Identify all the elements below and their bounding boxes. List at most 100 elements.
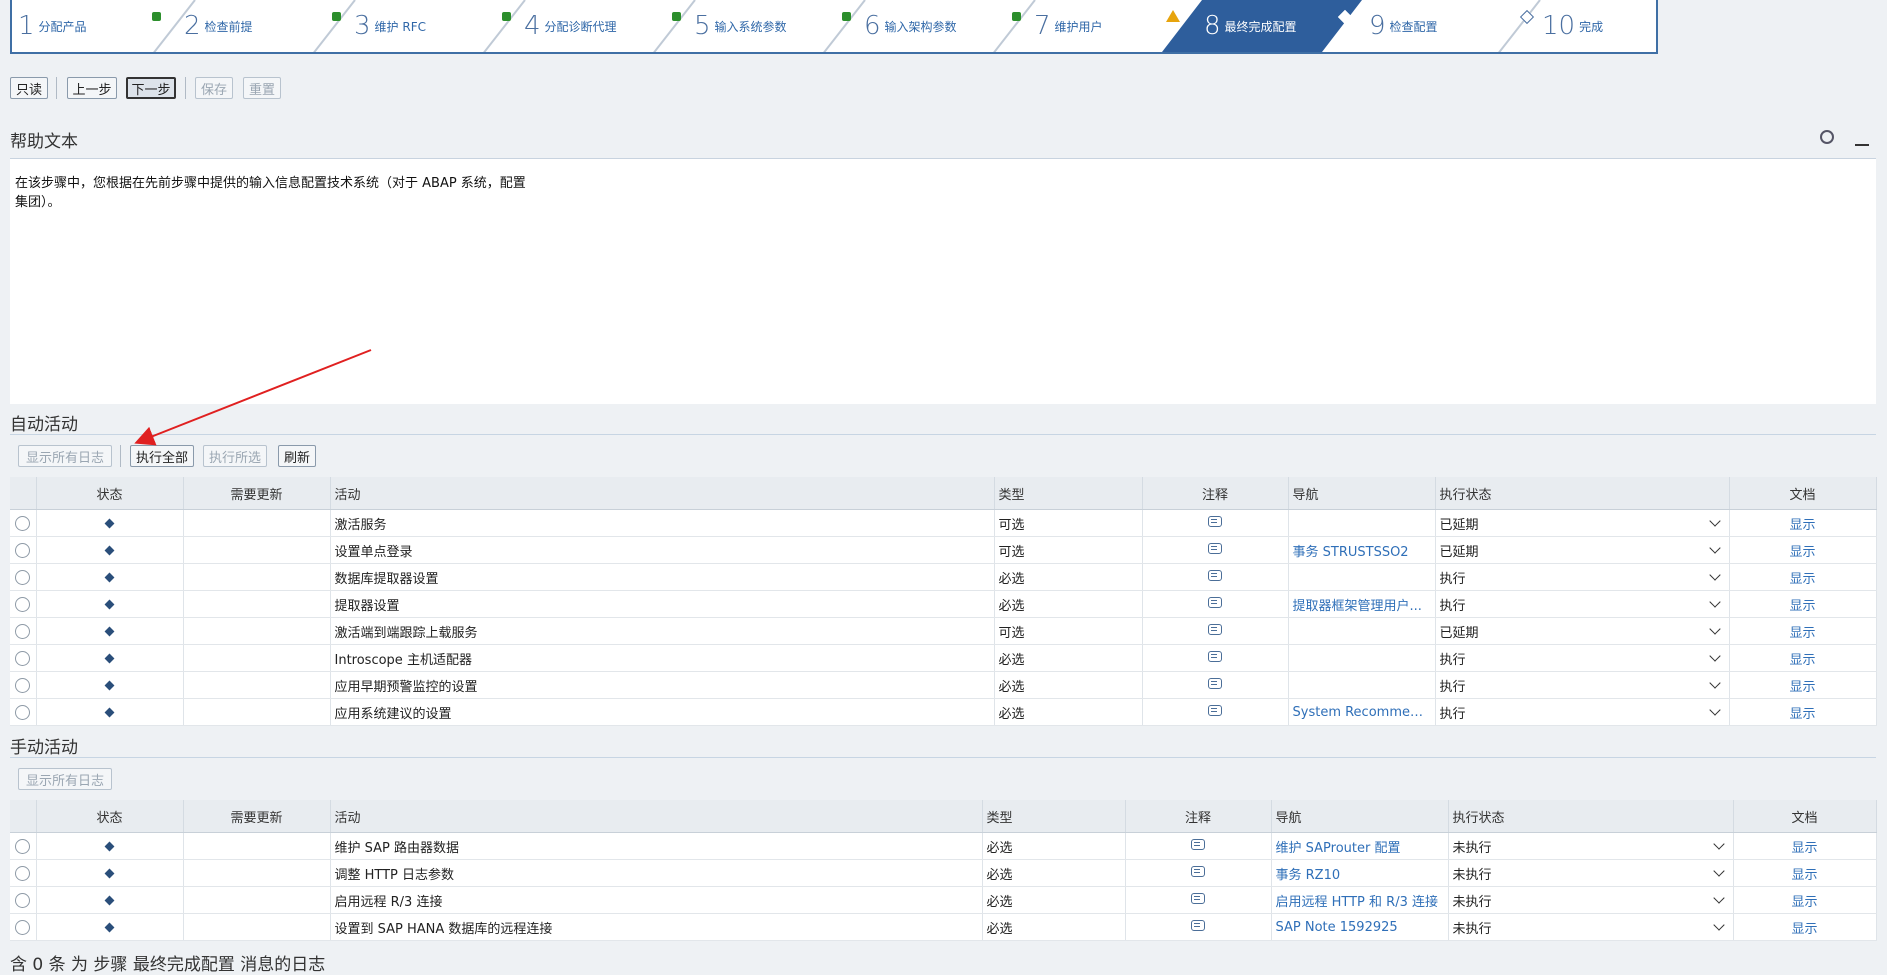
comment-icon[interactable] bbox=[1208, 542, 1222, 554]
navigation-link[interactable]: 提取器框架管理用户... bbox=[1288, 590, 1436, 618]
note-cell[interactable] bbox=[1142, 536, 1289, 564]
table-row[interactable]: 激活端到端跟踪上载服务 可选 已延期 显示 bbox=[10, 617, 1877, 645]
document-link[interactable]: 显示 bbox=[1729, 617, 1877, 645]
readonly-button[interactable]: 只读 bbox=[10, 77, 48, 99]
navigation-link[interactable]: 维护 SAProuter 配置 bbox=[1271, 832, 1449, 860]
previous-step-button[interactable]: 上一步 bbox=[67, 77, 117, 99]
show-all-logs-button[interactable]: 显示所有日志 bbox=[18, 768, 112, 790]
wizard-step-4[interactable]: 4 分配诊断代理 bbox=[502, 0, 702, 52]
exec-status-select[interactable]: 已延期 bbox=[1435, 617, 1730, 645]
radio-button[interactable] bbox=[15, 515, 31, 531]
column-header[interactable]: 需要更新 bbox=[183, 477, 331, 510]
navigation-link[interactable] bbox=[1288, 671, 1436, 699]
column-header[interactable]: 导航 bbox=[1288, 477, 1436, 510]
exec-status-select[interactable]: 已延期 bbox=[1435, 509, 1730, 537]
refresh-button[interactable]: 刷新 bbox=[278, 445, 316, 467]
navigation-link[interactable] bbox=[1288, 509, 1436, 537]
select-column-header[interactable] bbox=[10, 477, 37, 510]
radio-button[interactable] bbox=[15, 677, 31, 693]
row-select-cell[interactable] bbox=[10, 913, 37, 941]
document-link[interactable]: 显示 bbox=[1729, 509, 1877, 537]
document-link[interactable]: 显示 bbox=[1729, 698, 1877, 726]
wizard-step-10[interactable]: 10 完成 bbox=[1519, 0, 1656, 52]
chevron-down-icon[interactable] bbox=[1708, 515, 1721, 527]
comment-icon[interactable] bbox=[1208, 650, 1222, 662]
exec-status-select[interactable]: 未执行 bbox=[1448, 886, 1734, 914]
column-header[interactable]: 执行状态 bbox=[1435, 477, 1730, 510]
comment-icon[interactable] bbox=[1208, 623, 1222, 635]
minimize-icon[interactable] bbox=[1855, 144, 1869, 146]
navigation-link[interactable] bbox=[1288, 563, 1436, 591]
exec-status-select[interactable]: 未执行 bbox=[1448, 859, 1734, 887]
radio-button[interactable] bbox=[15, 919, 31, 935]
column-header[interactable]: 类型 bbox=[982, 800, 1126, 833]
column-header[interactable]: 注释 bbox=[1125, 800, 1272, 833]
navigation-link[interactable]: 事务 STRUSTSSO2 bbox=[1288, 536, 1436, 564]
execute-all-button[interactable]: 执行全部 bbox=[130, 445, 194, 467]
note-cell[interactable] bbox=[1142, 509, 1289, 537]
document-link[interactable]: 显示 bbox=[1729, 563, 1877, 591]
navigation-link[interactable]: System Recommen... bbox=[1288, 698, 1436, 726]
radio-button[interactable] bbox=[15, 838, 31, 854]
table-row[interactable]: 设置单点登录 可选 事务 STRUSTSSO2 已延期 显示 bbox=[10, 536, 1877, 564]
chevron-down-icon[interactable] bbox=[1708, 623, 1721, 635]
navigation-link[interactable]: SAP Note 1592925 bbox=[1271, 913, 1449, 941]
column-header[interactable]: 活动 bbox=[330, 477, 995, 510]
column-header[interactable]: 文档 bbox=[1733, 800, 1877, 833]
exec-status-select[interactable]: 未执行 bbox=[1448, 913, 1734, 941]
execute-selected-button[interactable]: 执行所选 bbox=[203, 445, 267, 467]
radio-button[interactable] bbox=[15, 542, 31, 558]
note-cell[interactable] bbox=[1142, 671, 1289, 699]
column-header[interactable]: 状态 bbox=[36, 477, 184, 510]
comment-icon[interactable] bbox=[1208, 677, 1222, 689]
table-row[interactable]: 启用远程 R/3 连接 必选 启用远程 HTTP 和 R/3 连接 未执行 显示 bbox=[10, 886, 1877, 914]
note-cell[interactable] bbox=[1142, 563, 1289, 591]
navigation-link[interactable] bbox=[1288, 617, 1436, 645]
comment-icon[interactable] bbox=[1208, 704, 1222, 716]
comment-icon[interactable] bbox=[1191, 865, 1205, 877]
table-row[interactable]: Introscope 主机适配器 必选 执行 显示 bbox=[10, 644, 1877, 672]
row-select-cell[interactable] bbox=[10, 563, 37, 591]
note-cell[interactable] bbox=[1125, 886, 1272, 914]
row-select-cell[interactable] bbox=[10, 832, 37, 860]
exec-status-select[interactable]: 未执行 bbox=[1448, 832, 1734, 860]
exec-status-select[interactable]: 执行 bbox=[1435, 563, 1730, 591]
document-link[interactable]: 显示 bbox=[1729, 644, 1877, 672]
row-select-cell[interactable] bbox=[10, 536, 37, 564]
radio-button[interactable] bbox=[15, 569, 31, 585]
chevron-down-icon[interactable] bbox=[1708, 596, 1721, 608]
column-header[interactable]: 需要更新 bbox=[183, 800, 331, 833]
comment-icon[interactable] bbox=[1191, 919, 1205, 931]
chevron-down-icon[interactable] bbox=[1712, 892, 1725, 904]
column-header[interactable]: 活动 bbox=[330, 800, 983, 833]
exec-status-select[interactable]: 执行 bbox=[1435, 671, 1730, 699]
gear-icon[interactable] bbox=[1820, 130, 1834, 144]
radio-button[interactable] bbox=[15, 623, 31, 639]
table-row[interactable]: 应用系统建议的设置 必选 System Recommen... 执行 显示 bbox=[10, 698, 1877, 726]
reset-button[interactable]: 重置 bbox=[243, 77, 281, 99]
navigation-link[interactable]: 事务 RZ10 bbox=[1271, 859, 1449, 887]
chevron-down-icon[interactable] bbox=[1712, 919, 1725, 931]
row-select-cell[interactable] bbox=[10, 617, 37, 645]
column-header[interactable]: 类型 bbox=[994, 477, 1143, 510]
document-link[interactable]: 显示 bbox=[1729, 671, 1877, 699]
document-link[interactable]: 显示 bbox=[1733, 886, 1877, 914]
comment-icon[interactable] bbox=[1191, 838, 1205, 850]
column-header[interactable]: 注释 bbox=[1142, 477, 1289, 510]
note-cell[interactable] bbox=[1142, 644, 1289, 672]
exec-status-select[interactable]: 执行 bbox=[1435, 590, 1730, 618]
navigation-link[interactable]: 启用远程 HTTP 和 R/3 连接 bbox=[1271, 886, 1449, 914]
chevron-down-icon[interactable] bbox=[1712, 865, 1725, 877]
document-link[interactable]: 显示 bbox=[1733, 913, 1877, 941]
chevron-down-icon[interactable] bbox=[1708, 542, 1721, 554]
column-header[interactable]: 执行状态 bbox=[1448, 800, 1734, 833]
row-select-cell[interactable] bbox=[10, 859, 37, 887]
row-select-cell[interactable] bbox=[10, 590, 37, 618]
select-column-header[interactable] bbox=[10, 800, 37, 833]
row-select-cell[interactable] bbox=[10, 644, 37, 672]
note-cell[interactable] bbox=[1142, 617, 1289, 645]
document-link[interactable]: 显示 bbox=[1729, 590, 1877, 618]
note-cell[interactable] bbox=[1142, 590, 1289, 618]
show-all-logs-button[interactable]: 显示所有日志 bbox=[18, 445, 112, 467]
row-select-cell[interactable] bbox=[10, 886, 37, 914]
